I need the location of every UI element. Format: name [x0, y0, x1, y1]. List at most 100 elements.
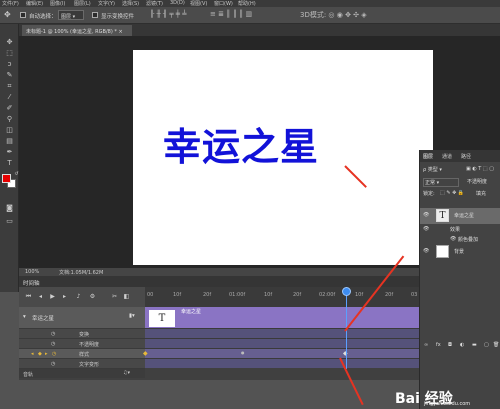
- expand-icon[interactable]: ▾: [23, 314, 26, 320]
- tab-paths[interactable]: 路径: [461, 153, 471, 160]
- keyframe-icon[interactable]: ◆: [38, 351, 42, 357]
- track-style[interactable]: ◂ ◆ ▸ ◷ 样式: [19, 348, 145, 358]
- prev-frame-icon[interactable]: ◂: [37, 293, 44, 300]
- layers-footer: ∞ fx ◘ ◐ ▬ ▢ 🗑: [420, 340, 500, 350]
- timeline-layer-row[interactable]: ▾ 幸运之星 ▮▾: [19, 307, 145, 328]
- next-frame-icon[interactable]: ▸: [61, 293, 68, 300]
- stopwatch-active-icon[interactable]: ◷: [52, 351, 56, 357]
- mask-icon[interactable]: ◘: [448, 342, 452, 348]
- audio-icon[interactable]: ♪: [75, 293, 82, 300]
- distribute-icons[interactable]: ≡ ≣ ║ ║ ║ ▥: [210, 10, 280, 18]
- stamp-icon[interactable]: ⚲: [5, 115, 14, 123]
- transition-icon[interactable]: ◧: [123, 293, 130, 300]
- link-icon[interactable]: ∞: [424, 342, 428, 348]
- layer-item-text[interactable]: 👁 T 幸运之星: [420, 208, 500, 224]
- background-layer-thumb: [436, 245, 449, 258]
- layer-item-background[interactable]: 👁 背景: [420, 244, 500, 260]
- fx-icon[interactable]: fx: [436, 342, 441, 348]
- track-bar[interactable]: [145, 338, 419, 348]
- menu-type[interactable]: 文字(Y): [98, 0, 115, 7]
- stopwatch-icon[interactable]: ◷: [51, 341, 55, 347]
- eye-icon[interactable]: 👁: [450, 236, 456, 242]
- lasso-icon[interactable]: ↄ: [5, 60, 14, 68]
- layer-clip[interactable]: 幸运之星: [145, 307, 419, 328]
- lock-icons[interactable]: ⬚ ✎ ✥ 🔒: [440, 190, 464, 196]
- layer-item-color-overlay[interactable]: 👁 颜色叠加: [420, 234, 500, 244]
- menu-window[interactable]: 窗口(W): [214, 0, 233, 7]
- move-tool-icon[interactable]: ✥: [4, 10, 11, 19]
- next-keyframe-icon[interactable]: ▸: [45, 351, 48, 357]
- pen-icon[interactable]: ✒: [5, 148, 14, 156]
- track-bar[interactable]: [145, 358, 419, 368]
- quick-select-icon[interactable]: ✎: [5, 71, 14, 79]
- eye-icon[interactable]: 👁: [423, 226, 429, 232]
- tab-layers[interactable]: 图层: [423, 153, 433, 160]
- show-transform-checkbox[interactable]: [92, 12, 98, 18]
- menu-3d[interactable]: 3D(D): [170, 0, 185, 6]
- keyframe-marker: ●: [241, 350, 245, 355]
- new-layer-icon[interactable]: ▢: [484, 342, 489, 348]
- track-transform[interactable]: ◷ 变换: [19, 328, 145, 338]
- lock-row: 锁定: ⬚ ✎ ✥ 🔒 填充: [420, 188, 500, 198]
- tick-label: 10f: [173, 292, 182, 298]
- document-tab[interactable]: 未标题-1 @ 100% (幸运之星, RGB/8) * ×: [22, 25, 132, 36]
- show-transform-label: 显示变换控件: [101, 14, 135, 20]
- stopwatch-icon[interactable]: ◷: [51, 361, 55, 367]
- auto-select-dropdown[interactable]: 图层 ▾: [58, 10, 84, 20]
- menu-view[interactable]: 视图(V): [190, 0, 207, 7]
- first-frame-icon[interactable]: ⏮: [25, 293, 32, 300]
- audio-track[interactable]: 音轨 ♫▾: [19, 368, 145, 378]
- split-icon[interactable]: ✂: [111, 293, 118, 300]
- screen-mode-icon[interactable]: ▭: [5, 217, 14, 225]
- tick-label: 10f: [355, 292, 364, 298]
- tab-channels[interactable]: 通道: [442, 153, 452, 160]
- filter-kind-dropdown[interactable]: ρ 类型 ▾: [423, 166, 442, 173]
- auto-select-checkbox[interactable]: [20, 12, 26, 18]
- marquee-icon[interactable]: ⬚: [5, 49, 14, 57]
- track-opacity[interactable]: ◷ 不透明度: [19, 338, 145, 348]
- keyframe-icon[interactable]: ◆: [143, 350, 148, 357]
- eye-icon[interactable]: 👁: [423, 212, 429, 218]
- lock-label: 锁定:: [423, 191, 435, 197]
- align-icons[interactable]: ╟ ╫ ╢ ╤ ╪ ╧: [150, 10, 200, 18]
- close-tab-icon[interactable]: ×: [118, 29, 122, 35]
- menu-layer[interactable]: 图层(L): [74, 0, 91, 7]
- foreground-color-swatch[interactable]: [2, 174, 11, 183]
- play-icon[interactable]: ▶: [49, 293, 56, 300]
- track-warp[interactable]: ◷ 文字变形: [19, 358, 145, 368]
- eyedropper-icon[interactable]: ⁄: [5, 93, 14, 101]
- zoom-level[interactable]: 100%: [25, 269, 39, 275]
- menu-select[interactable]: 选择(S): [122, 0, 139, 7]
- stopwatch-icon[interactable]: ◷: [51, 331, 55, 337]
- menu-edit[interactable]: 编辑(E): [26, 0, 43, 7]
- quick-mask-icon[interactable]: ◙: [5, 204, 14, 212]
- move-icon[interactable]: ✥: [5, 38, 14, 46]
- menu-filter[interactable]: 滤镜(T): [146, 0, 163, 7]
- adjustment-icon[interactable]: ◐: [460, 342, 464, 348]
- layer-item-effects[interactable]: 👁 效果: [420, 224, 500, 234]
- playhead-handle[interactable]: [342, 287, 351, 296]
- music-icon[interactable]: ♫▾: [123, 370, 130, 376]
- eye-icon[interactable]: 👁: [423, 248, 429, 254]
- folder-icon[interactable]: ▬: [472, 342, 477, 348]
- film-icon[interactable]: ▮▾: [129, 313, 135, 319]
- eraser-icon[interactable]: ◫: [5, 126, 14, 134]
- settings-icon[interactable]: ⚙: [89, 293, 96, 300]
- filter-icons[interactable]: ▣ ◐ T ⬚ ▢: [466, 166, 494, 172]
- canvas[interactable]: 幸运之星: [133, 50, 433, 265]
- track-bar[interactable]: ◆ ● ◆: [143, 348, 419, 358]
- brush-icon[interactable]: ✐: [5, 104, 14, 112]
- menu-image[interactable]: 图像(I): [50, 0, 65, 7]
- track-bar[interactable]: [145, 328, 419, 338]
- tools-panel: ✥ ⬚ ↄ ✎ ⌗ ⁄ ✐ ⚲ ◫ ▤ ✒ T ↺ ◙ ▭: [0, 24, 19, 292]
- crop-icon[interactable]: ⌗: [5, 82, 14, 90]
- type-icon[interactable]: T: [5, 159, 14, 167]
- 3d-mode-icons[interactable]: 3D模式: ◎ ◉ ✥ ✣ ◈: [300, 10, 410, 19]
- blend-mode-dropdown[interactable]: 正常 ▾: [423, 178, 459, 187]
- menu-help[interactable]: 帮助(H): [238, 0, 256, 7]
- menu-file[interactable]: 文件(F): [2, 0, 19, 7]
- gradient-icon[interactable]: ▤: [5, 137, 14, 145]
- prev-keyframe-icon[interactable]: ◂: [31, 351, 34, 357]
- layer-name: 颜色叠加: [458, 237, 479, 243]
- trash-icon[interactable]: 🗑: [493, 342, 499, 348]
